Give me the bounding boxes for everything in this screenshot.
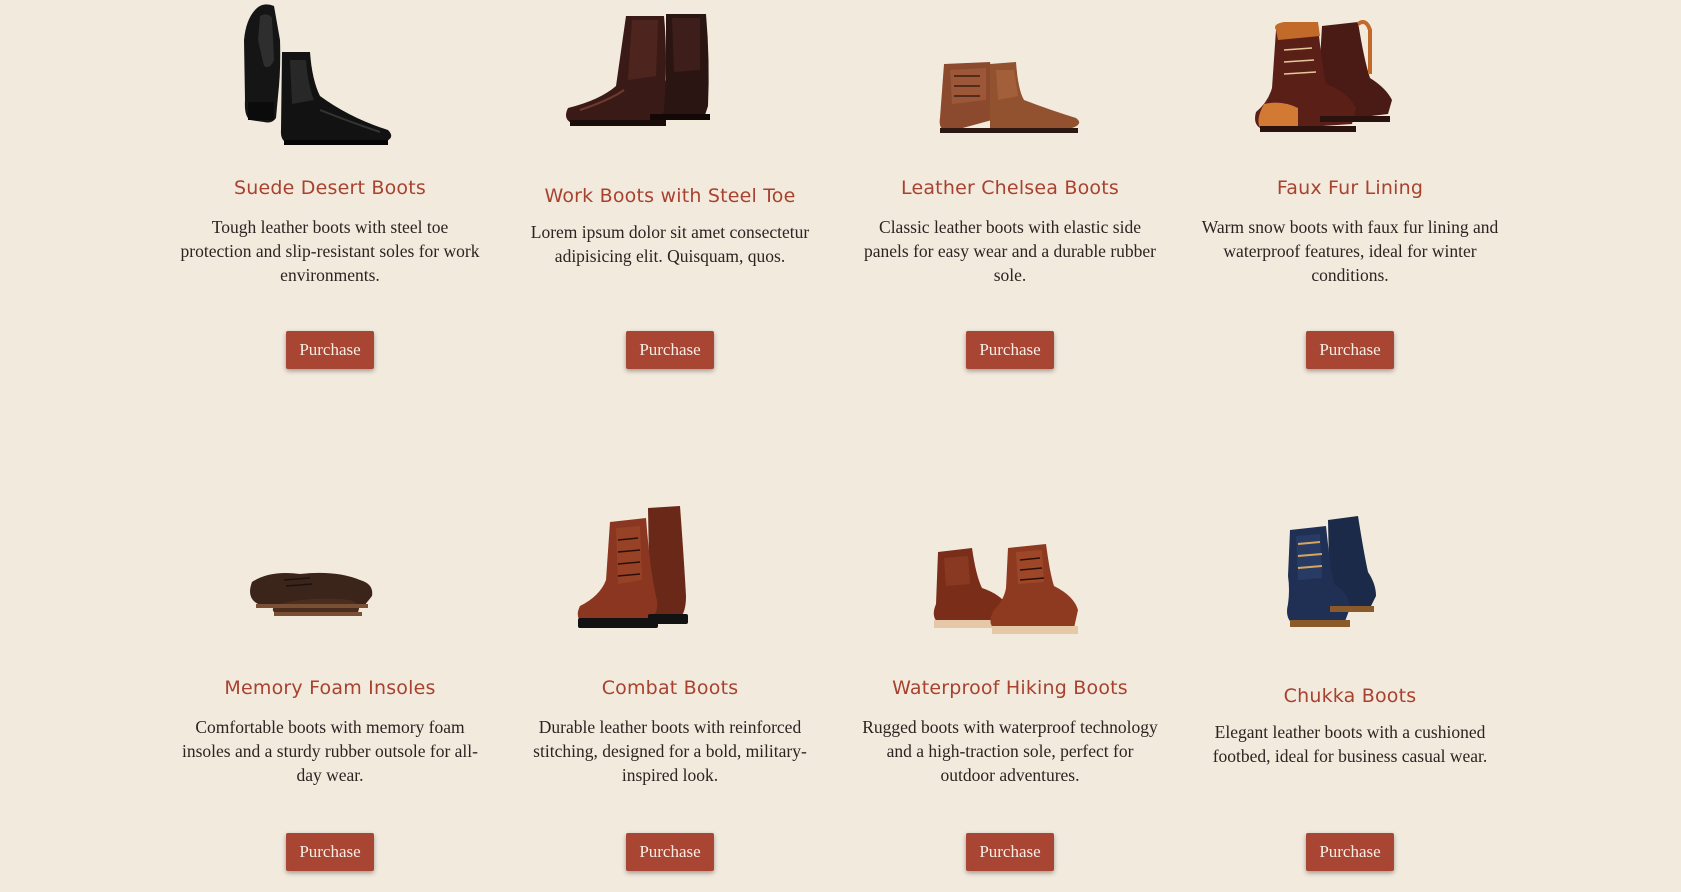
product-description: Classic leather boots with elastic side … [863, 217, 1156, 285]
product-card: Suede Desert Boots Tough leather boots w… [160, 0, 500, 369]
product-card: Faux Fur Lining Warm snow boots with fau… [1180, 0, 1520, 369]
product-grid: Suede Desert Boots Tough leather boots w… [0, 0, 1681, 892]
purchase-button[interactable]: Purchase [286, 833, 374, 871]
product-title: Chukka Boots [1283, 685, 1417, 707]
product-title: Leather Chelsea Boots [901, 177, 1119, 199]
purchase-button[interactable]: Purchase [1306, 331, 1394, 369]
product-card: Leather Chelsea Boots Classic leather bo… [840, 0, 1180, 369]
product-card: Chukka Boots Elegant leather boots with … [1180, 500, 1520, 871]
purchase-button[interactable]: Purchase [1306, 833, 1394, 871]
product-description: Tough leather boots with steel toe prote… [180, 217, 480, 285]
product-title: Suede Desert Boots [233, 177, 427, 199]
product-title: Waterproof Hiking Boots [892, 677, 1128, 699]
purchase-button[interactable]: Purchase [626, 833, 714, 871]
product-title: Faux Fur Lining [1276, 177, 1424, 199]
brown-lace-up-boot-image [840, 0, 1180, 160]
two-tone-work-boot-image [1180, 0, 1520, 160]
product-card: Memory Foam Insoles Comfortable boots wi… [160, 500, 500, 871]
product-description: Lorem ipsum dolor sit amet consectetur a… [530, 222, 810, 266]
product-description: Elegant leather boots with a cushioned f… [1212, 722, 1488, 766]
product-card: Work Boots with Steel Toe Lorem ipsum do… [500, 0, 840, 369]
purchase-button[interactable]: Purchase [966, 331, 1054, 369]
product-description: Comfortable boots with memory foam insol… [182, 717, 478, 785]
product-title: Memory Foam Insoles [224, 677, 436, 699]
suede-derby-shoe-image [160, 500, 500, 660]
product-card: Waterproof Hiking Boots Rugged boots wit… [840, 500, 1180, 871]
navy-suede-boot-image [1180, 500, 1520, 660]
product-title: Combat Boots [601, 677, 739, 699]
purchase-button[interactable]: Purchase [286, 331, 374, 369]
brogue-combat-boot-image [500, 500, 840, 660]
dark-brown-zip-boot-image [500, 0, 840, 160]
product-description: Rugged boots with waterproof technology … [862, 717, 1158, 785]
purchase-button[interactable]: Purchase [626, 331, 714, 369]
product-title: Work Boots with Steel Toe [544, 185, 796, 207]
product-description: Warm snow boots with faux fur lining and… [1201, 217, 1499, 285]
product-description: Durable leather boots with reinforced st… [533, 717, 807, 785]
black-chelsea-boot-image [160, 0, 500, 160]
product-card: Combat Boots Durable leather boots with … [500, 500, 840, 871]
purchase-button[interactable]: Purchase [966, 833, 1054, 871]
moc-toe-boot-image [840, 500, 1180, 660]
